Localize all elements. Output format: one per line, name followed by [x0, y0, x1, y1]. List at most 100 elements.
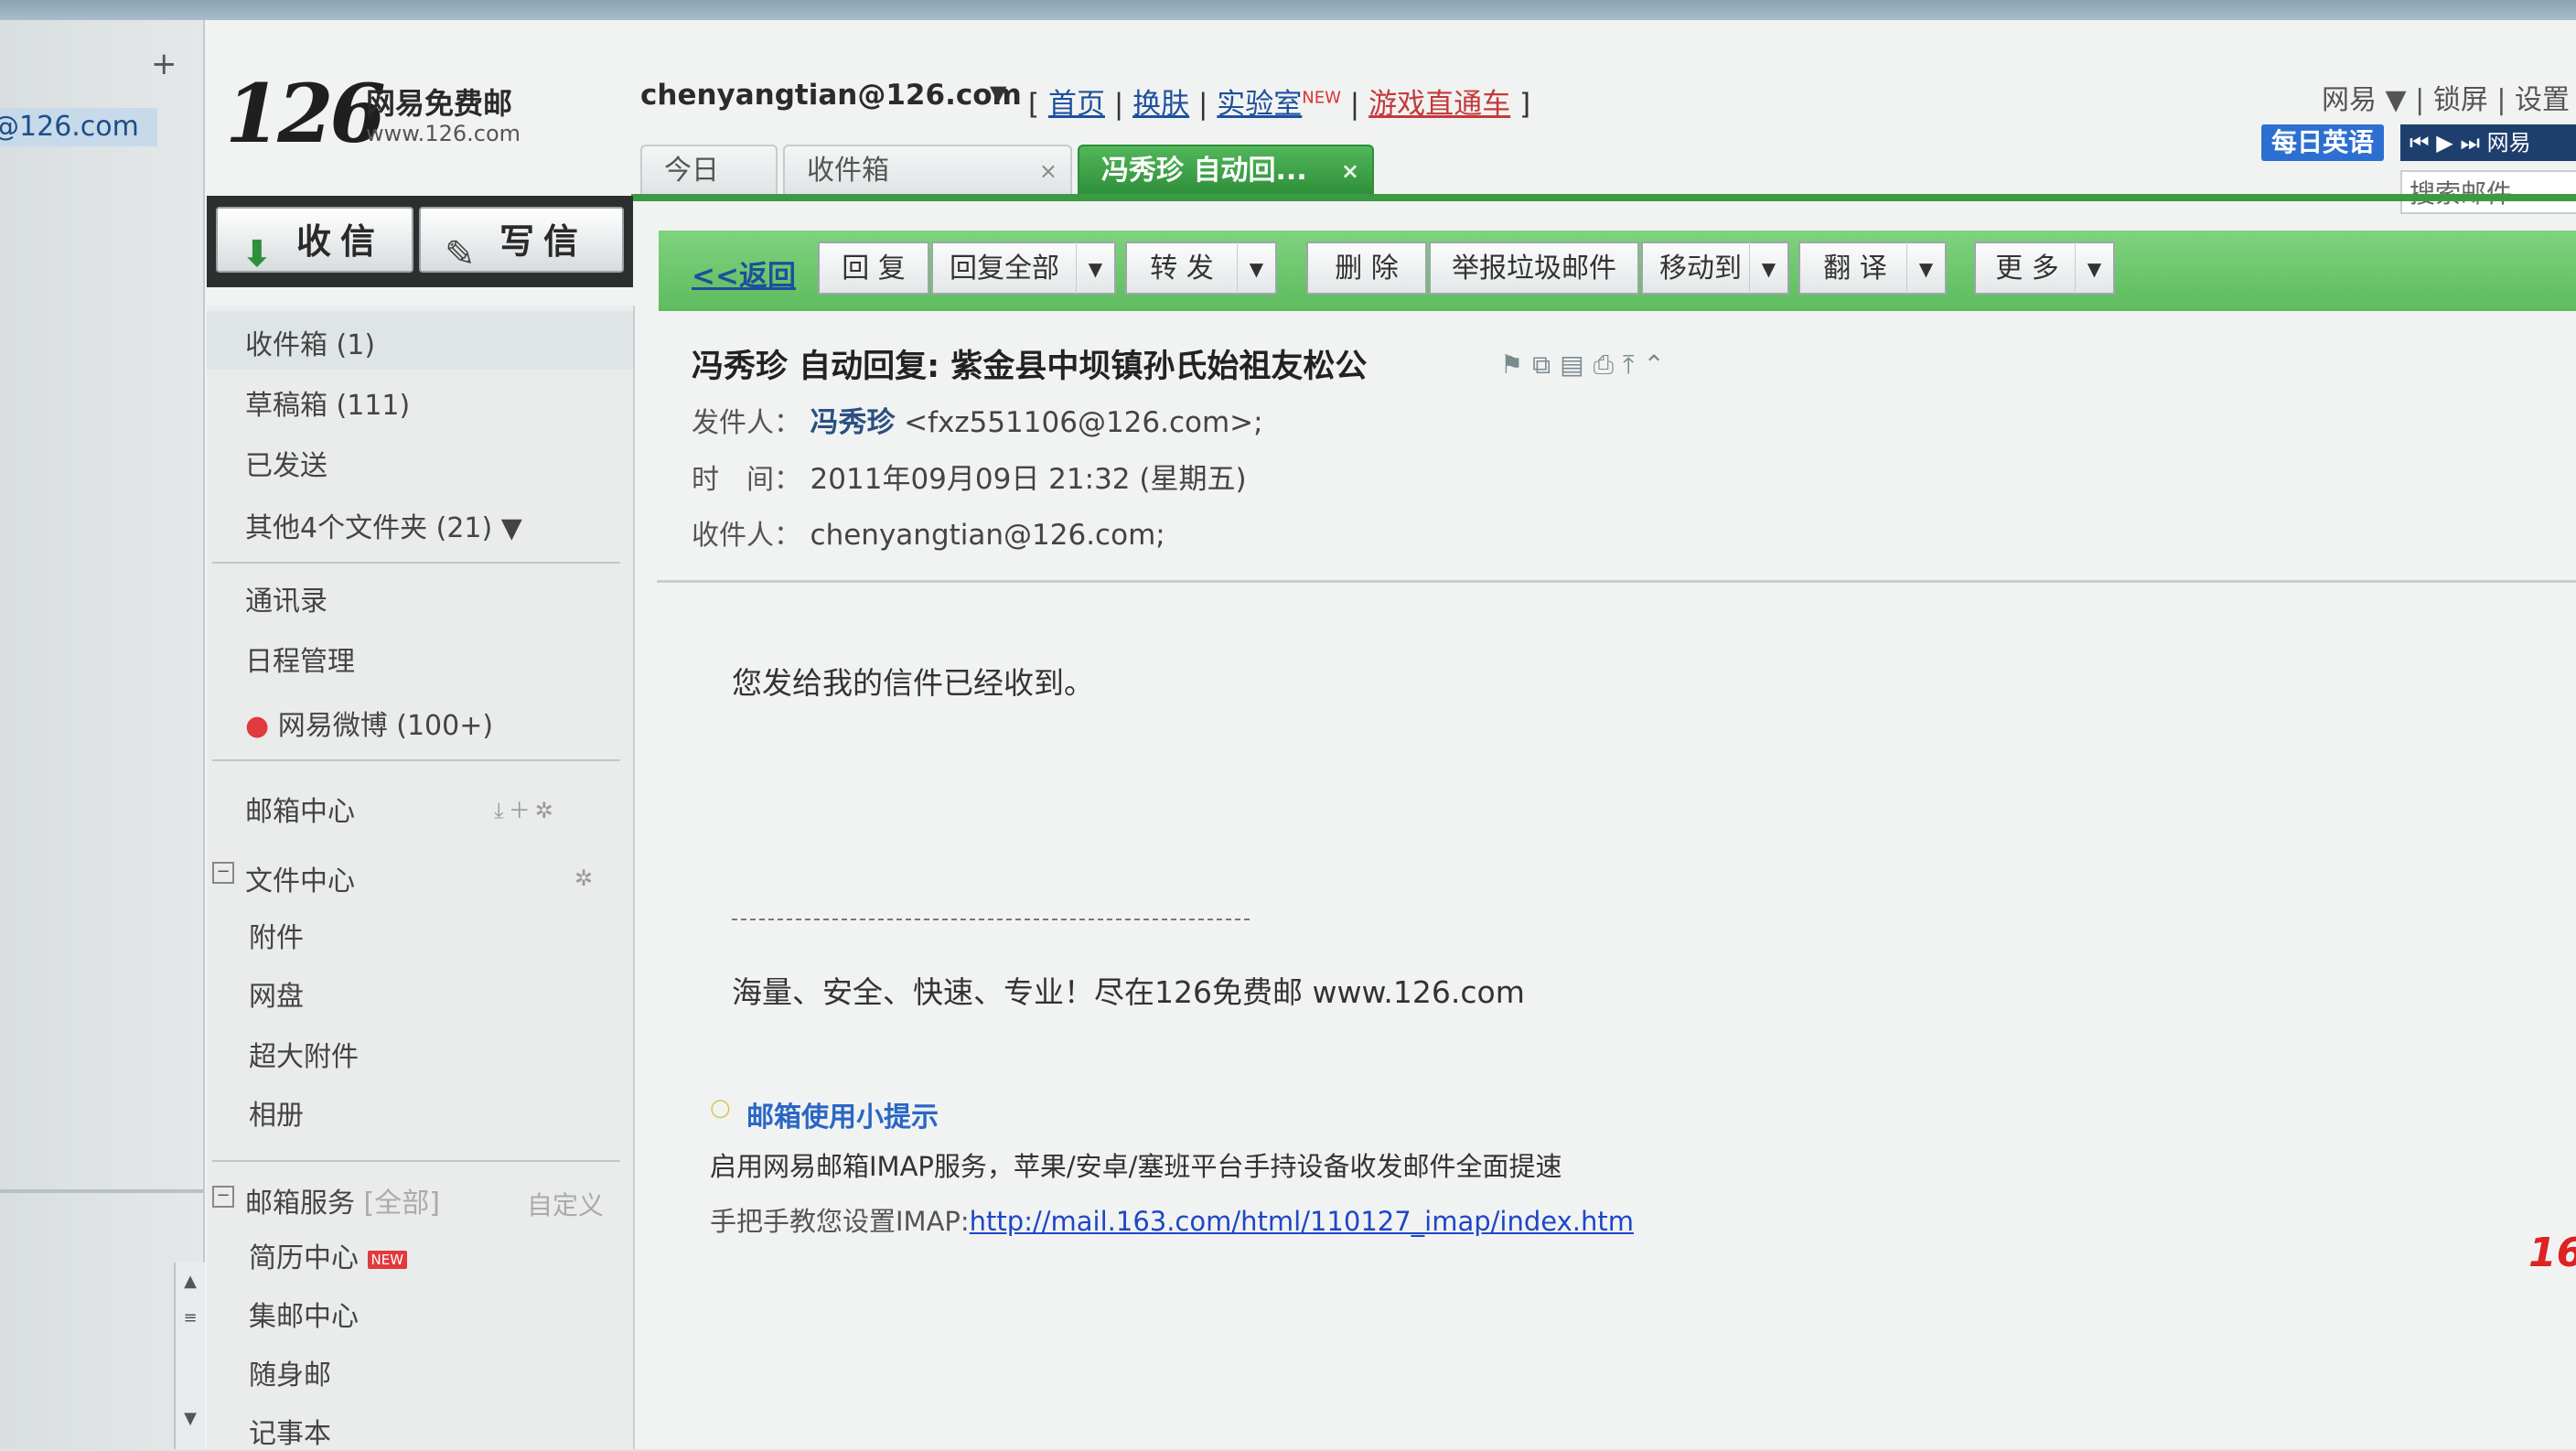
close-icon[interactable]: ×	[1039, 146, 1057, 196]
sidebar-scrollbar[interactable]: ▲ ≡ ▼	[174, 1263, 205, 1449]
top-icon[interactable]: ⤒	[1623, 349, 1643, 380]
pencil-icon: ✎	[445, 233, 476, 275]
more-button[interactable]: 更 多	[1974, 242, 2080, 295]
inbox-download-icon: ⬇	[242, 233, 273, 275]
report-spam-button[interactable]: 举报垃圾邮件	[1429, 242, 1639, 295]
tip-link-row: 手把手教您设置IMAP:http://mail.163.com/html/110…	[710, 1206, 1634, 1237]
sender-name[interactable]: 冯秀珍	[810, 406, 896, 439]
file-large-attachments[interactable]: 超大附件	[249, 1034, 359, 1074]
play-icon[interactable]: ▶	[2436, 130, 2453, 156]
scroll-down-icon[interactable]: ▼	[179, 1409, 201, 1433]
chevron-down-icon[interactable]: ▼	[1076, 242, 1116, 295]
chevron-down-icon[interactable]: ▼	[990, 81, 1006, 106]
signature: 海量、安全、快速、专业！尽在126免费邮 www.126.com	[732, 974, 1525, 1010]
source-icon[interactable]: ▤	[1560, 349, 1593, 380]
tab-today[interactable]: 今日	[640, 145, 778, 194]
forward-button[interactable]: 转 发	[1125, 242, 1239, 295]
tab-inbox[interactable]: 收件箱 ×	[783, 145, 1072, 194]
link-lab[interactable]: 实验室	[1217, 88, 1302, 121]
link-game[interactable]: 游戏直通车	[1368, 88, 1510, 121]
download-icon[interactable]: ⤓	[494, 798, 504, 823]
file-attachments[interactable]: 附件	[249, 915, 304, 955]
translate-button[interactable]: 翻 译	[1798, 242, 1912, 295]
file-center[interactable]: 文件中心	[245, 858, 355, 898]
plus-icon[interactable]: ＋	[509, 798, 531, 823]
mail-center[interactable]: 邮箱中心	[245, 789, 355, 829]
collapse-up-icon[interactable]: ⌃	[1643, 349, 1673, 380]
logo-number: 126	[225, 66, 386, 161]
sidebar-divider	[0, 1189, 203, 1193]
write-button[interactable]: ✎ 写信	[419, 207, 624, 275]
service-resume[interactable]: 简历中心 NEW	[249, 1235, 408, 1275]
browser-titlebar	[0, 0, 2576, 20]
gear-icon[interactable]: ✲	[574, 865, 593, 891]
collapse-icon[interactable]: −	[212, 862, 234, 884]
mail-center-tools: ⤓ ＋ ✲	[494, 792, 553, 824]
add-account-button[interactable]: +	[151, 46, 177, 82]
tab-label: 今日	[664, 155, 719, 187]
folder-sent[interactable]: 已发送	[245, 443, 327, 483]
gear-icon[interactable]: ✲	[535, 798, 553, 823]
move-to-button[interactable]: 移动到	[1641, 242, 1760, 295]
receive-button[interactable]: ⬇ 收信	[216, 207, 413, 275]
chevron-down-icon: ▼	[500, 512, 522, 544]
link-skin[interactable]: 换肤	[1132, 88, 1189, 121]
service-stamps[interactable]: 集邮中心	[249, 1294, 359, 1334]
reply-all-button[interactable]: 回复全部	[931, 242, 1078, 295]
services-all-link[interactable]: [全部]	[364, 1188, 440, 1220]
mail-services[interactable]: 邮箱服务 [全部]	[245, 1180, 440, 1220]
print-icon[interactable]: ⎙	[1594, 349, 1623, 380]
sender-address: <fxz551106@126.com>;	[904, 406, 1263, 439]
file-album[interactable]: 相册	[249, 1092, 304, 1133]
previous-icon[interactable]: ⏮	[2410, 130, 2430, 156]
tab-message[interactable]: 冯秀珍 自动回... ×	[1078, 145, 1374, 194]
flag-icon[interactable]: ⚑	[1500, 349, 1532, 380]
chevron-down-icon[interactable]: ▼	[1906, 242, 1947, 295]
folder-others[interactable]: 其他4个文件夹 (21) ▼	[245, 505, 522, 545]
services-customize-link[interactable]: 自定义	[527, 1186, 604, 1222]
folder-inbox[interactable]: 收件箱 (1)	[245, 322, 375, 362]
search-input[interactable]: 搜索邮件	[2400, 170, 2576, 214]
lock-screen-link[interactable]: 锁屏	[2433, 84, 2488, 116]
netease-menu[interactable]: 网易	[2322, 84, 2377, 116]
close-icon[interactable]: ×	[1341, 146, 1359, 196]
link-home[interactable]: 首页	[1048, 88, 1105, 121]
service-mobile-mail[interactable]: 随身邮	[249, 1352, 331, 1392]
settings-link[interactable]: 设置	[2515, 84, 2570, 116]
scroll-grip-icon[interactable]: ≡	[179, 1308, 201, 1332]
divider	[212, 1160, 620, 1162]
scroll-up-icon[interactable]: ▲	[179, 1272, 201, 1295]
app-calendar[interactable]: 日程管理	[245, 639, 355, 679]
app-contacts[interactable]: 通讯录	[245, 578, 327, 618]
account-item[interactable]: n@126.com	[0, 108, 157, 146]
file-netdisk[interactable]: 网盘	[249, 973, 304, 1014]
reply-button[interactable]: 回 复	[818, 242, 929, 295]
folder-drafts[interactable]: 草稿箱 (111)	[245, 382, 410, 423]
delete-button[interactable]: 删 除	[1306, 242, 1427, 295]
media-label: 网易	[2486, 130, 2531, 156]
imap-help-link[interactable]: http://mail.163.com/html/110127_imap/ind…	[970, 1206, 1634, 1237]
logo-url: www.126.com	[366, 121, 521, 146]
next-icon[interactable]: ⏭	[2460, 130, 2480, 156]
media-player: ⏮ ▶ ⏭ 网易	[2400, 124, 2576, 161]
time-row: 时 间： 2011年09月09日 21:32 (星期五)	[692, 463, 1247, 496]
user-email[interactable]: chenyangtian@126.com	[640, 79, 1022, 112]
daily-english-button[interactable]: 每日英语	[2261, 124, 2384, 161]
app-weibo[interactable]: ● 网易微博 (100+)	[245, 703, 493, 743]
chevron-down-icon[interactable]: ▼	[1237, 242, 1277, 295]
chevron-down-icon[interactable]: ▼	[2075, 242, 2115, 295]
chevron-down-icon[interactable]: ▼	[2386, 84, 2407, 116]
logo-title: 网易免费邮	[366, 86, 513, 121]
popout-icon[interactable]: ⧉	[1532, 349, 1560, 380]
back-button[interactable]: <<返回	[692, 253, 796, 294]
chevron-down-icon[interactable]: ▼	[1749, 242, 1789, 295]
tab-label: 收件箱	[807, 155, 889, 187]
recipient-address: chenyangtian@126.com;	[810, 519, 1165, 552]
top-right-links: 网易 ▼ | 锁屏 | 设置	[2322, 84, 2571, 116]
new-badge: NEW	[367, 1250, 408, 1269]
service-notes[interactable]: 记事本	[249, 1411, 331, 1451]
top-nav-links: [ 首页 | 换肤 | 实验室NEW | 游戏直通车 ]	[1028, 88, 1531, 121]
collapse-icon[interactable]: −	[212, 1186, 234, 1208]
divider	[657, 580, 2576, 583]
sent-time: 2011年09月09日 21:32 (星期五)	[810, 463, 1247, 496]
